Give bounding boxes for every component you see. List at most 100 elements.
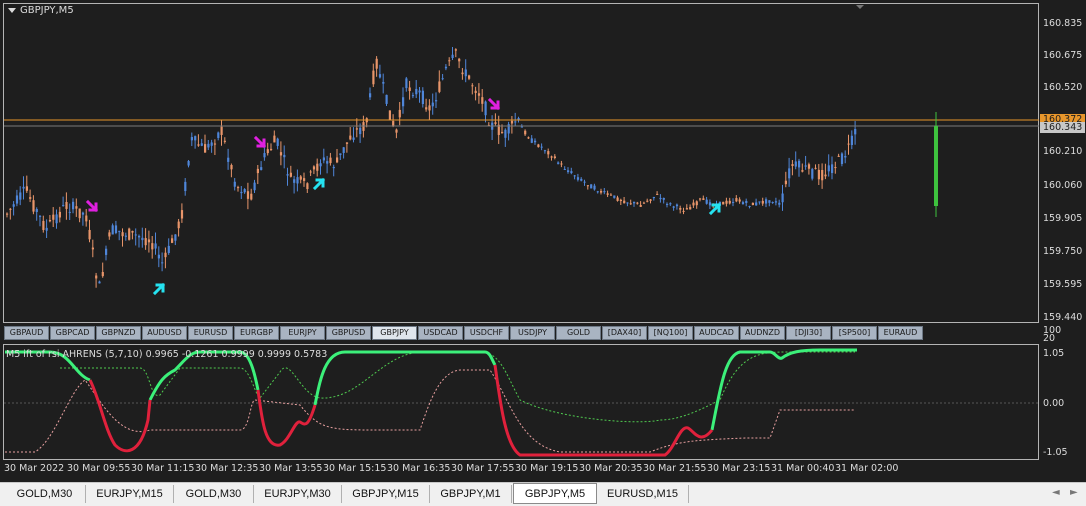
candle-body [227, 157, 230, 162]
tab-gbpjpy-m15[interactable]: GBPJPY,M15 [342, 485, 430, 503]
candle-body [309, 171, 312, 173]
candle-body [510, 120, 514, 124]
tab-gold-m30-2[interactable]: GOLD,M30 [174, 485, 254, 503]
candle-body [567, 170, 570, 173]
candle-body [636, 202, 639, 204]
candle-body [481, 97, 484, 104]
tab-eurusd-m15[interactable]: EURUSD,M15 [597, 485, 689, 503]
candle-body [180, 210, 184, 219]
candle-body [613, 195, 616, 198]
candle-body [144, 238, 147, 246]
price-label: 160.675 [1043, 50, 1083, 61]
candle-body [154, 243, 157, 249]
candle-body [121, 232, 124, 237]
candle-body [210, 142, 213, 146]
indicator-line-down [493, 364, 714, 457]
symbol-button-audcad[interactable]: AUDCAD [694, 326, 739, 340]
candle-body [418, 90, 421, 93]
symbol-button-audnzd[interactable]: AUDNZD [740, 326, 785, 340]
symbol-button-audusd[interactable]: AUDUSD [142, 326, 187, 340]
candle-body [22, 186, 25, 189]
symbol-button-nq100[interactable]: [NQ100] [648, 326, 693, 340]
candle-body [458, 58, 461, 62]
candle-body [540, 146, 543, 148]
symbol-button-dax40[interactable]: [DAX40] [602, 326, 647, 340]
candle-body [474, 90, 477, 94]
candle-body [441, 78, 444, 80]
symbol-button-eurjpy[interactable]: EURJPY [280, 326, 325, 340]
candle-body [131, 230, 134, 233]
candle-body [768, 200, 771, 203]
tab-eurjpy-m15[interactable]: EURJPY,M15 [86, 485, 174, 503]
indicator-line-up [710, 348, 857, 431]
symbol-button-euraud[interactable]: EURAUD [878, 326, 923, 340]
candle-body [157, 254, 160, 259]
candle-body [382, 81, 385, 84]
candle-body [359, 127, 362, 135]
price-label: 159.750 [1043, 246, 1083, 257]
candle-body [375, 58, 378, 69]
tab-gold-m30[interactable]: GOLD,M30 [4, 485, 86, 503]
time-label: 30 Mar 2022 [4, 463, 65, 474]
tab-scroll-right-icon[interactable]: ► [1070, 487, 1078, 498]
candle-body [194, 136, 197, 141]
symbol-button-gold[interactable]: GOLD [556, 326, 601, 340]
candle-body [501, 131, 504, 133]
symbol-button-gbpaud[interactable]: GBPAUD [4, 326, 49, 340]
candle-body [388, 110, 391, 121]
price-label: 160.060 [1043, 180, 1083, 191]
candle-body [45, 227, 48, 231]
candle-body [652, 196, 655, 199]
chart-window[interactable]: GBPJPY,M5 160.835 160.675 160.520 160.21… [0, 0, 1086, 482]
candle-body [78, 208, 81, 219]
symbol-button-dji30[interactable]: [DJI30] [786, 326, 831, 340]
candle-body [408, 87, 411, 92]
tab-eurjpy-m30[interactable]: EURJPY,M30 [254, 485, 342, 503]
candle-body [85, 215, 88, 222]
candle-body [692, 202, 695, 206]
tab-gbpjpy-m5[interactable]: GBPJPY,M5 [513, 483, 597, 504]
candle-body [98, 281, 101, 284]
tab-gbpjpy-m1[interactable]: GBPJPY,M1 [430, 485, 512, 503]
symbol-button-eurusd[interactable]: EURUSD [188, 326, 233, 340]
candle-body [48, 220, 52, 222]
scroll-marker-icon [856, 5, 864, 9]
candle-body [184, 181, 187, 192]
symbol-button-eurgbp[interactable]: EURGBP [234, 326, 279, 340]
symbol-button-sp500[interactable]: [SP500] [832, 326, 877, 340]
symbol-button-gbpusd[interactable]: GBPUSD [326, 326, 371, 340]
candles-group [6, 47, 857, 288]
candle-body [484, 101, 487, 116]
tab-scroll-left-icon[interactable]: ◄ [1052, 487, 1060, 498]
candle-body [312, 166, 316, 170]
indicator-title: M5 ift of rsi AHRENS (5,7,10) 0.9965 -0.… [6, 349, 328, 360]
time-label: 30 Mar 13:55 [259, 463, 323, 474]
candle-body [25, 186, 28, 191]
price-label: 160.520 [1043, 82, 1083, 93]
candle-body [101, 272, 104, 277]
candle-body [39, 215, 42, 217]
time-label: 31 Mar 02:00 [835, 463, 899, 474]
symbol-button-usdcad[interactable]: USDCAD [418, 326, 463, 340]
symbol-button-gbpcad[interactable]: GBPCAD [50, 326, 95, 340]
candle-body [788, 168, 791, 179]
candle-body [850, 135, 853, 146]
candle-body [58, 211, 61, 218]
candle-body [798, 160, 801, 168]
candle-body [695, 201, 698, 206]
candle-body [765, 199, 768, 204]
candle-body [55, 214, 58, 224]
candlestick-chart [4, 5, 1039, 457]
candle-body [52, 214, 55, 220]
symbol-button-gbpnzd[interactable]: GBPNZD [96, 326, 141, 340]
time-label: 30 Mar 17:55 [451, 463, 515, 474]
symbol-button-usdchf[interactable]: USDCHF [464, 326, 509, 340]
candle-body [708, 202, 712, 206]
symbol-button-usdjpy[interactable]: USDJPY [510, 326, 555, 340]
candle-body [88, 229, 91, 240]
time-label: 30 Mar 11:15 [131, 463, 195, 474]
candle-body [270, 148, 273, 150]
symbol-button-gbpjpy[interactable]: GBPJPY [372, 326, 417, 340]
candle-body [246, 191, 250, 199]
candle-body [438, 81, 441, 92]
